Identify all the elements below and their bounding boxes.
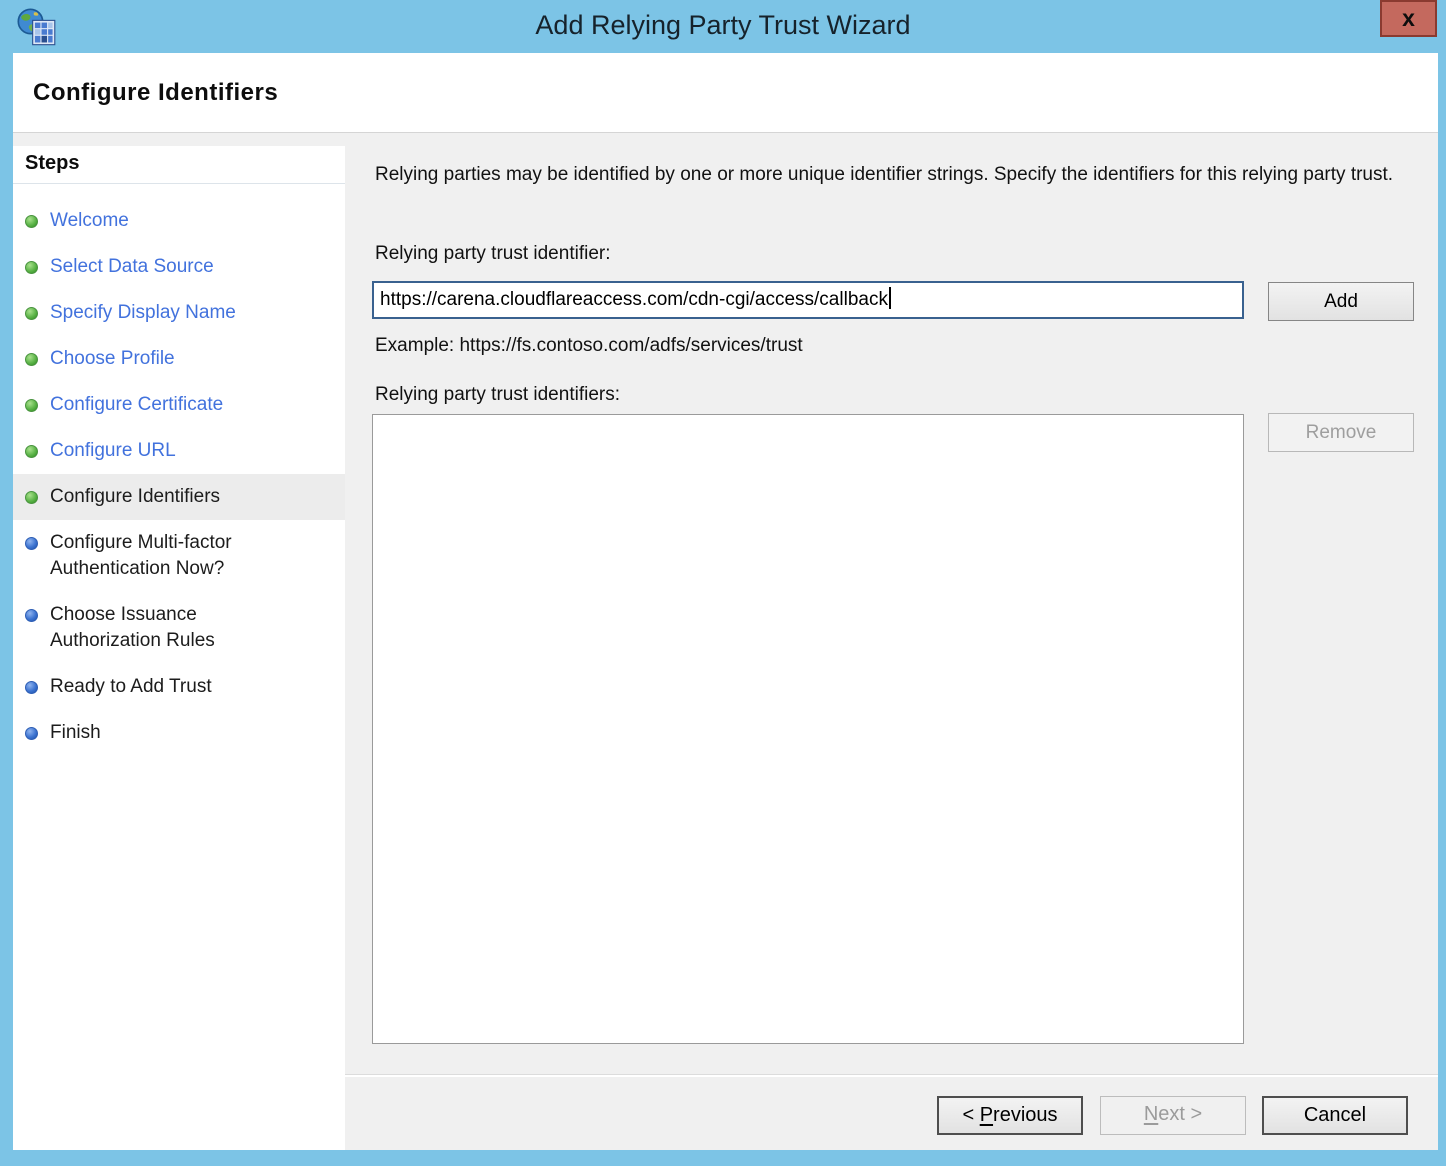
remove-button[interactable]: Remove xyxy=(1268,413,1414,452)
step-ready-to-add-trust: Ready to Add Trust xyxy=(13,664,345,710)
step-configure-mfa: Configure Multi-factor Authentication No… xyxy=(13,520,345,592)
step-finish: Finish xyxy=(13,710,345,756)
steps-sidebar: Steps Welcome Select Data Source Specify… xyxy=(13,146,345,1150)
text-caret xyxy=(889,287,891,309)
steps-header: Steps xyxy=(13,146,345,184)
completed-step-bullet-icon xyxy=(25,215,38,228)
title-bar: Add Relying Party Trust Wizard x xyxy=(0,0,1446,53)
completed-step-bullet-icon xyxy=(25,307,38,320)
identifiers-list-label: Relying party trust identifiers: xyxy=(375,384,620,406)
completed-step-bullet-icon xyxy=(25,353,38,366)
step-configure-certificate[interactable]: Configure Certificate xyxy=(13,382,345,428)
page-title: Configure Identifiers xyxy=(33,79,278,107)
current-step-bullet-icon xyxy=(25,491,38,504)
completed-step-bullet-icon xyxy=(25,399,38,412)
completed-step-bullet-icon xyxy=(25,445,38,458)
add-button[interactable]: Add xyxy=(1268,282,1414,321)
steps-list: Welcome Select Data Source Specify Displ… xyxy=(13,198,345,756)
step-configure-url[interactable]: Configure URL xyxy=(13,428,345,474)
cancel-button[interactable]: Cancel xyxy=(1262,1096,1408,1135)
step-select-data-source[interactable]: Select Data Source xyxy=(13,244,345,290)
completed-step-bullet-icon xyxy=(25,261,38,274)
step-configure-identifiers[interactable]: Configure Identifiers xyxy=(13,474,345,520)
step-welcome[interactable]: Welcome xyxy=(13,198,345,244)
step-choose-profile[interactable]: Choose Profile xyxy=(13,336,345,382)
page-description: Relying parties may be identified by one… xyxy=(375,161,1415,189)
pending-step-bullet-icon xyxy=(25,727,38,740)
close-button[interactable]: x xyxy=(1380,0,1437,37)
identifiers-listbox[interactable] xyxy=(372,414,1244,1044)
pending-step-bullet-icon xyxy=(25,537,38,550)
step-choose-issuance-rules: Choose Issuance Authorization Rules xyxy=(13,592,345,664)
pending-step-bullet-icon xyxy=(25,681,38,694)
page-header: Configure Identifiers xyxy=(13,53,1438,133)
pending-step-bullet-icon xyxy=(25,609,38,622)
example-hint: Example: https://fs.contoso.com/adfs/ser… xyxy=(375,335,803,357)
identifier-input[interactable]: https://carena.cloudflareaccess.com/cdn-… xyxy=(372,281,1244,319)
identifier-field-label: Relying party trust identifier: xyxy=(375,243,611,265)
next-button[interactable]: Next > xyxy=(1100,1096,1246,1135)
wizard-dialog: Configure Identifiers Steps Welcome Sele… xyxy=(13,53,1438,1150)
window-title: Add Relying Party Trust Wizard xyxy=(0,0,1446,53)
identifier-input-value: https://carena.cloudflareaccess.com/cdn-… xyxy=(380,289,888,310)
footer-bar: < Previous Next > Cancel xyxy=(345,1075,1438,1150)
step-specify-display-name[interactable]: Specify Display Name xyxy=(13,290,345,336)
previous-button[interactable]: < Previous xyxy=(937,1096,1083,1135)
